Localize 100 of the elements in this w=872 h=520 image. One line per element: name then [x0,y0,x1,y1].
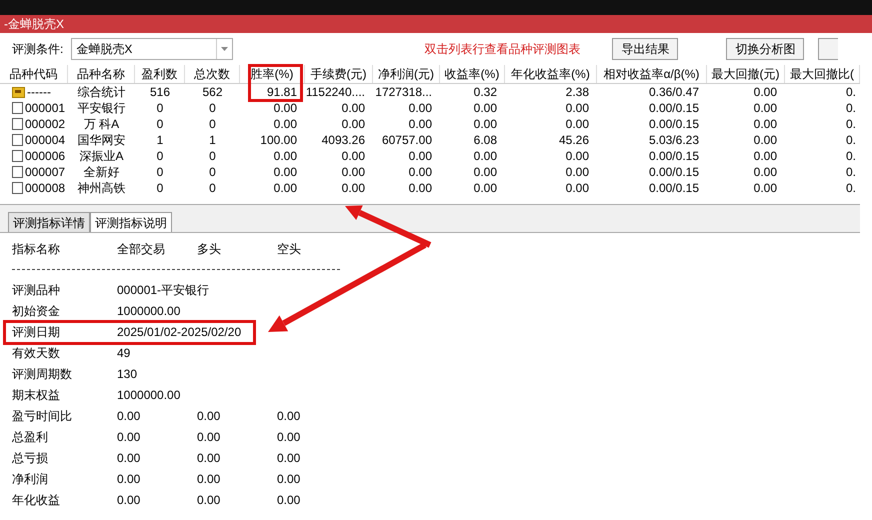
cut-off-button[interactable] [818,38,838,60]
metric-value: 0.00 [277,450,302,466]
table-cell-text: 0.00 [566,116,589,133]
table-cell-text: 516 [150,84,170,101]
table-cell-text: 0 [209,116,216,133]
table-cell-text: 000002 [25,116,66,133]
detail-column-header: 指标名称 [12,241,61,258]
metric-value: 0.00 [197,492,222,508]
table-cell-text: 0.00 [474,100,497,117]
metric-value: 0.00 [117,492,142,508]
metric-value: 0.00 [117,470,142,488]
table-cell-text: 000004 [25,132,66,149]
metric-label: 初始资金 [12,302,61,320]
table-cell-text: 0 [156,180,164,197]
table-cell-text: 5.03/6.23 [648,132,699,149]
table-cell-text: 国华网安 [78,132,126,149]
metric-label: 总盈利 [12,428,49,446]
table-cell-text: 60757.00 [382,132,432,149]
table-cell-text: 0. [846,180,856,197]
table-cell-text: 0. [846,148,856,165]
metric-value: 000001-平安银行 [117,282,210,298]
metric-value: 0.00 [197,428,222,446]
document-icon [12,182,23,194]
table-cell-text: 6.08 [474,132,497,149]
metric-value: 49 [117,344,130,362]
table-cell-text: 0.00 [566,164,589,181]
table-cell-text: 0 [209,100,216,117]
document-icon [12,134,23,146]
table-cell-text: 0.00 [754,132,777,149]
tab[interactable]: 评测指标说明 [90,212,172,232]
table-cell-text: 0 [156,100,164,117]
table-cell-text: 0.00 [408,148,432,165]
table-cell-text: 0 [209,180,216,197]
table-cell-text: 0.00 [754,180,777,197]
metric-value: 0.00 [277,428,302,446]
switch-chart-button[interactable]: 切换分析图 [726,38,804,60]
table-cell-text: 0.00 [754,164,777,181]
tab[interactable]: 评测指标详情 [8,212,90,232]
table-cell-text: 000001 [25,100,66,117]
metric-label: 盈亏时间比 [12,408,73,424]
table-cell-text: 0.00 [754,148,777,165]
table-cell-text: 0.00 [342,164,365,181]
table-cell-text: 0.00 [274,164,297,181]
table-cell-text: 0.00 [342,116,365,133]
metric-label: 年化收益 [12,492,61,508]
table-cell-text: 0.00 [342,100,365,117]
document-icon [12,150,23,162]
table-cell-text: 1 [156,132,164,149]
table-cell-text: 0.00 [566,100,589,117]
detail-column-header: 空头 [277,241,302,258]
metric-value: 0.00 [277,408,302,424]
metric-label: 总亏损 [12,450,49,466]
window-title: -金蝉脱壳X [4,16,64,33]
table-cell-text: 45.26 [558,132,589,149]
table-cell-text: 0.00/0.15 [648,148,699,165]
table-cell-text: 2.38 [566,84,589,101]
detail-column-header: 多头 [197,241,222,258]
table-cell-text: 000006 [25,148,66,165]
table-cell-text: 4093.26 [322,132,365,149]
table-cell-text: 562 [202,84,223,101]
metric-value: 0.00 [277,470,302,488]
table-cell-text: 综合统计 [78,84,126,101]
table-cell-text: 0.00/0.15 [648,180,699,197]
metric-label: 评测日期 [12,324,61,340]
table-cell-text: 91.81 [266,84,297,101]
table-cell-text: 全新好 [84,164,120,181]
table-cell-text: 0.00 [274,116,297,133]
table-cell-text: 0. [846,116,856,133]
export-button[interactable]: 导出结果 [612,38,678,60]
table-cell-text: 0.00 [408,180,432,197]
table-cell-text: 平安银行 [78,100,126,117]
table-cell-text: 0. [846,100,856,117]
table-cell-text: 0 [156,148,164,165]
table-cell-text: 神州高铁 [78,180,126,197]
table-cell-text: 0.00 [474,148,497,165]
table-cell-text: 0.00 [566,148,589,165]
table-cell-text: 0 [156,164,164,181]
caret-icon [221,47,228,51]
metric-value: 0.00 [197,470,222,488]
table-cell-text: 0.32 [474,84,497,101]
highlight-box [248,64,303,102]
document-icon [12,102,23,114]
table-cell-text: 0.00 [342,148,365,165]
table-cell-text: 0.00 [474,180,497,197]
table-cell-text: 0.36/0.47 [648,84,699,101]
metric-value: 0.00 [117,450,142,466]
metric-value: 0.00 [197,450,222,466]
condition-dropdown[interactable]: 金蝉脱壳X [71,38,234,60]
table-cell-text: 0.00 [754,116,777,133]
table-cell-text: 0.00 [408,100,432,117]
table-cell-text: 0.00 [408,116,432,133]
table-cell-text: 0.00 [274,148,297,165]
table-cell-text: 0.00/0.15 [648,100,699,117]
table-cell-text: ------ [27,84,51,101]
table-cell-text: 0 [209,164,216,181]
table-cell-text: 1152240.... [306,84,365,101]
table-cell-text: 0.00 [274,100,297,117]
metric-value: 1000000.00 [117,386,180,404]
metric-label: 评测周期数 [12,366,73,382]
metric-value: 0.00 [117,408,142,424]
